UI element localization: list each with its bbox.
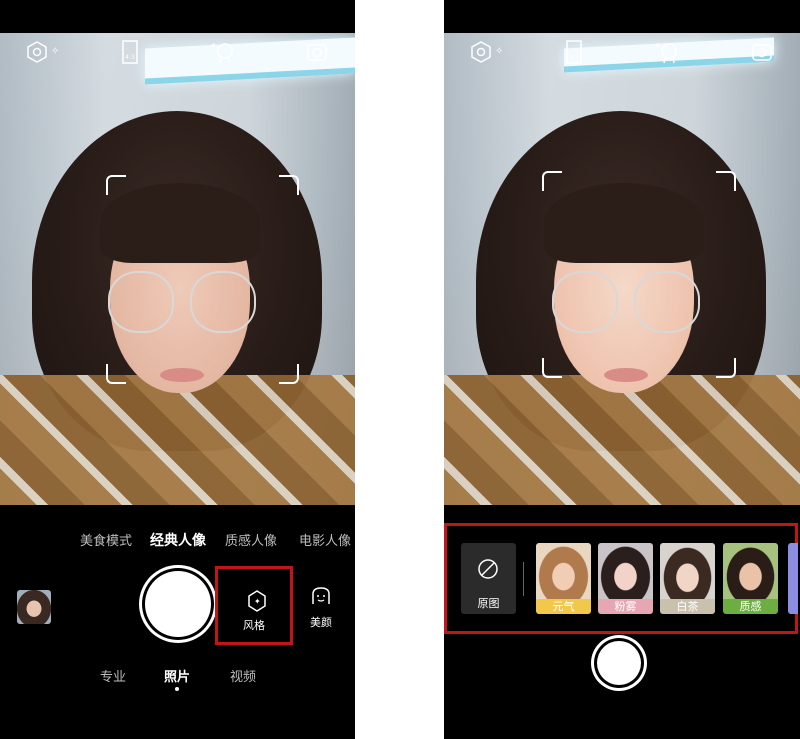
beauty-button[interactable]: 美颜 xyxy=(304,586,338,630)
glasses-left-lens xyxy=(552,271,618,333)
glasses-left-lens xyxy=(108,271,174,333)
aspect-ratio-label: 4:3 xyxy=(125,54,135,61)
face-focus-corner xyxy=(279,364,299,384)
filter-label: 质感 xyxy=(723,599,778,614)
filter-preview-image xyxy=(598,543,653,599)
svg-text:✦: ✦ xyxy=(254,597,261,606)
mode-food[interactable]: 美食模式 xyxy=(80,530,132,549)
sparkle-icon[interactable]: ✧ xyxy=(495,40,503,64)
filter-preview-image xyxy=(723,543,778,599)
shutter-button[interactable] xyxy=(145,571,211,637)
original-filter-label: 原图 xyxy=(477,597,500,610)
face-focus-corner xyxy=(542,358,562,378)
shutter-button[interactable] xyxy=(597,641,641,685)
filter-item-yuanqi[interactable]: 元气 xyxy=(536,543,591,614)
svg-text:✦: ✦ xyxy=(654,41,661,50)
subject-sweater xyxy=(0,375,355,505)
filter-preview-image xyxy=(660,543,715,599)
ai-portrait-icon[interactable]: ✦ xyxy=(652,40,682,64)
face-focus-corner xyxy=(106,364,126,384)
tab-pro[interactable]: 专业 xyxy=(100,666,126,685)
original-filter-button[interactable]: 原图 xyxy=(461,543,516,614)
subject-lips xyxy=(160,368,204,382)
mode-texture-portrait[interactable]: 质感人像 xyxy=(225,530,277,549)
face-focus-corner xyxy=(106,175,126,195)
filter-label: 元气 xyxy=(536,599,591,614)
style-filter-panel: 原图 元气 粉雾 白茶 质感 xyxy=(444,523,798,634)
style-button-label: 风格 xyxy=(243,619,265,632)
glasses-right-lens xyxy=(190,271,256,333)
mode-cinema-portrait[interactable]: 电影人像 xyxy=(299,530,351,549)
subject-sweater xyxy=(444,375,800,505)
svg-text:✦: ✦ xyxy=(210,41,217,50)
face-focus-corner xyxy=(279,175,299,195)
ai-portrait-icon[interactable]: ✦ xyxy=(208,40,238,64)
switch-camera-icon[interactable] xyxy=(306,40,328,64)
style-button[interactable]: ✦ 风格 xyxy=(215,566,293,645)
subject-lips xyxy=(604,368,648,382)
beauty-face-icon xyxy=(312,587,330,604)
active-tab-indicator xyxy=(175,687,179,691)
face-focus-corner xyxy=(716,358,736,378)
filter-item-next[interactable] xyxy=(788,543,798,614)
settings-icon[interactable] xyxy=(26,40,48,64)
camera-viewfinder[interactable] xyxy=(444,33,800,505)
face-focus-corner xyxy=(542,171,562,191)
mode-classic-portrait[interactable]: 经典人像 xyxy=(150,530,206,550)
face-focus-corner xyxy=(716,171,736,191)
camera-viewfinder[interactable] xyxy=(0,33,355,505)
glasses-right-lens xyxy=(634,271,700,333)
tab-video[interactable]: 视频 xyxy=(230,666,256,685)
camera-mode-selector: 美食模式 经典人像 质感人像 电影人像 xyxy=(0,530,355,552)
style-hexagon-icon: ✦ xyxy=(248,590,266,612)
aspect-ratio-label: 4:3 xyxy=(569,54,579,61)
filter-item-baicha[interactable]: 白茶 xyxy=(660,543,715,614)
filter-item-zhigan[interactable]: 质感 xyxy=(723,543,778,614)
camera-screen-left: ✧ 4:3 ✦ 美食模式 经典人像 质感人像 电影人像 ✦ 风格 美颜 专业 照… xyxy=(0,0,355,739)
gallery-thumbnail[interactable] xyxy=(17,590,51,624)
camera-screen-right: ✧ 4:3 ✦ 原图 元气 粉雾 白茶 质感 xyxy=(444,0,800,739)
filter-label: 白茶 xyxy=(660,599,715,614)
filter-label: 粉雾 xyxy=(598,599,653,614)
beauty-button-label: 美颜 xyxy=(310,616,332,629)
sparkle-icon[interactable]: ✧ xyxy=(51,40,59,64)
filter-preview-image xyxy=(536,543,591,599)
aspect-ratio-button[interactable]: 4:3 xyxy=(566,40,582,64)
settings-icon[interactable] xyxy=(470,40,492,64)
filter-item-fenwu[interactable]: 粉雾 xyxy=(598,543,653,614)
aspect-ratio-button[interactable]: 4:3 xyxy=(122,40,138,64)
filter-divider xyxy=(523,562,524,596)
tab-photo[interactable]: 照片 xyxy=(164,666,190,685)
switch-camera-icon[interactable] xyxy=(751,40,773,64)
no-filter-icon xyxy=(478,559,498,579)
subject-bangs xyxy=(100,183,260,263)
subject-bangs xyxy=(544,183,704,263)
